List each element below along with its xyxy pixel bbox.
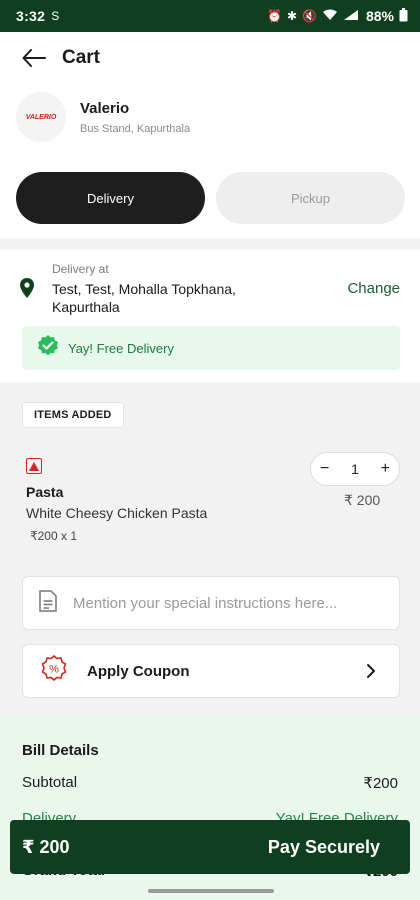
delivery-mode-toggle: Delivery Pickup	[16, 172, 406, 224]
apply-coupon-button[interactable]: % Apply Coupon	[22, 644, 400, 698]
extras-section: Mention your special instructions here..…	[0, 568, 420, 714]
quantity-stepper: − 1 +	[310, 452, 400, 486]
change-address-link[interactable]: Change	[347, 280, 400, 297]
wifi-icon	[322, 9, 338, 24]
bill-details-title: Bill Details	[22, 742, 99, 759]
battery-icon	[399, 7, 408, 25]
back-arrow-icon[interactable]	[20, 44, 48, 72]
delivery-at-label: Delivery at	[52, 262, 109, 276]
svg-text:%: %	[49, 663, 59, 675]
signal-icon	[343, 9, 359, 24]
mute-icon: 🔇	[302, 9, 317, 23]
items-added-section: ITEMS ADDED Pasta White Cheesy Chicken P…	[0, 382, 420, 568]
restaurant-logo: VALERIO	[16, 92, 66, 142]
status-time: 3:32	[16, 8, 46, 24]
increase-quantity-button[interactable]: +	[381, 460, 390, 478]
item-total-price: ₹ 200	[344, 492, 381, 508]
restaurant-card: VALERIO Valerio Bus Stand, Kapurthala	[16, 92, 190, 142]
restaurant-address: Bus Stand, Kapurthala	[80, 122, 191, 135]
free-delivery-banner: Yay! Free Delivery	[22, 326, 400, 370]
decrease-quantity-button[interactable]: −	[320, 460, 329, 478]
home-indicator[interactable]	[148, 889, 274, 893]
special-instructions-placeholder: Mention your special instructions here..…	[73, 594, 338, 612]
item-price-calc: ₹200 x 1	[30, 529, 77, 543]
app-header: Cart	[0, 32, 420, 84]
section-divider	[0, 238, 420, 250]
status-icons: ⏰ ✱ 🔇 88%	[267, 7, 408, 25]
chevron-right-icon	[365, 661, 377, 686]
delivery-address-text: Test, Test, Mohalla Topkhana, Kapurthala	[52, 281, 236, 315]
restaurant-name: Valerio	[80, 99, 130, 117]
delivery-address-section: Delivery at Test, Test, Mohalla Topkhana…	[0, 250, 420, 380]
alarm-icon: ⏰	[267, 9, 282, 23]
quantity-value: 1	[351, 461, 359, 477]
discount-badge-icon: %	[39, 654, 69, 689]
page-title: Cart	[62, 47, 101, 68]
non-veg-icon	[26, 458, 42, 474]
pay-securely-label: Pay Securely	[267, 836, 380, 857]
free-delivery-text: Yay! Free Delivery	[68, 340, 174, 356]
sim-icon: S	[51, 9, 60, 23]
special-instructions-field[interactable]: Mention your special instructions here..…	[22, 576, 400, 630]
subtotal-value: ₹200	[363, 775, 398, 792]
subtotal-label: Subtotal	[22, 774, 78, 791]
pay-securely-button[interactable]: ₹ 200 Pay Securely	[10, 820, 410, 874]
apply-coupon-label: Apply Coupon	[87, 662, 190, 680]
pickup-button[interactable]: Pickup	[216, 172, 405, 224]
item-description: White Cheesy Chicken Pasta	[26, 505, 208, 521]
location-pin-icon	[20, 278, 34, 303]
delivery-button[interactable]: Delivery	[16, 172, 205, 224]
pay-amount: ₹ 200	[22, 836, 70, 857]
verified-check-icon	[36, 334, 60, 363]
note-icon	[39, 589, 57, 617]
status-bar: 3:32 S ⏰ ✱ 🔇 88%	[0, 0, 420, 32]
bluetooth-icon: ✱	[286, 9, 298, 23]
item-name: Pasta	[26, 484, 64, 500]
items-added-tag: ITEMS ADDED	[22, 402, 124, 428]
battery-percent: 88%	[365, 8, 394, 24]
